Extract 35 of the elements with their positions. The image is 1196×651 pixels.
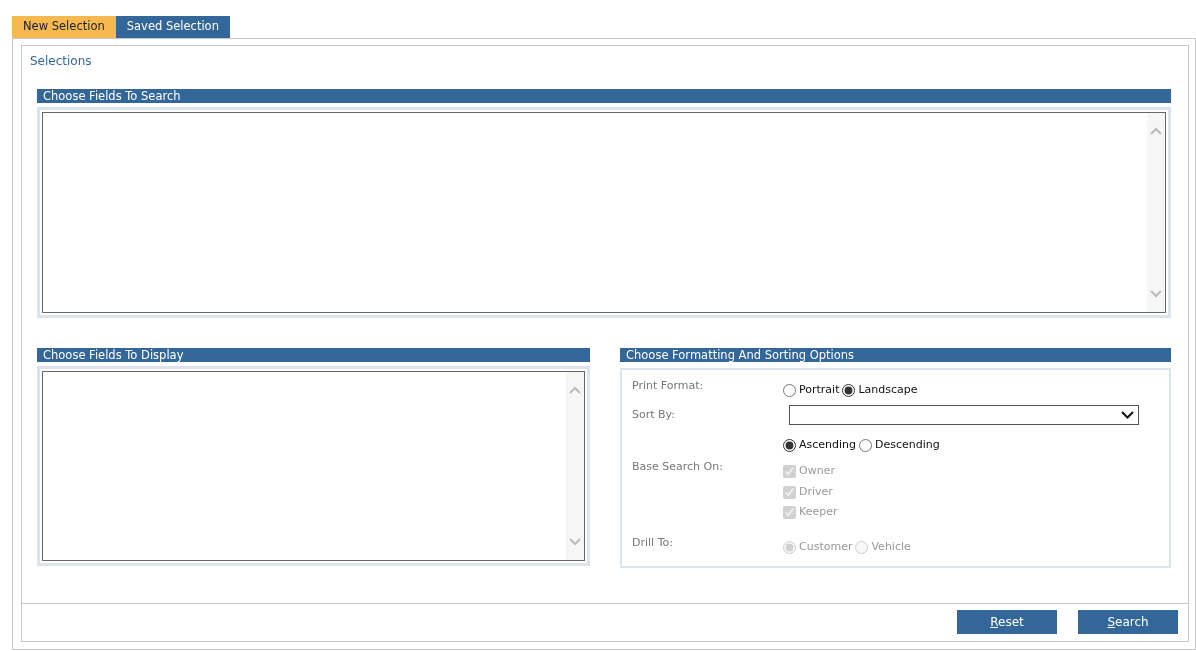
scrollbar[interactable] — [566, 372, 584, 561]
chevron-down-icon[interactable] — [1150, 290, 1162, 299]
scrollbar[interactable] — [1147, 113, 1165, 313]
field-label: Sort By: — [632, 407, 675, 421]
tab[interactable]: New Selection — [12, 16, 116, 39]
fields-list[interactable] — [42, 371, 585, 562]
chevron-up-icon[interactable] — [569, 386, 581, 395]
option-label: Keeper — [799, 504, 838, 521]
section-header: Choose Fields To Search — [37, 89, 1171, 104]
option-label: Portrait — [799, 382, 840, 399]
chevron-down-icon — [1121, 410, 1134, 419]
tab[interactable]: Saved Selection — [115, 16, 230, 39]
action-button[interactable]: Reset — [957, 610, 1057, 635]
section-header: Choose Fields To Display — [37, 348, 590, 363]
fields-list[interactable] — [42, 112, 1166, 314]
action-button[interactable]: Search — [1078, 610, 1178, 635]
field-label: Drill To: — [632, 535, 673, 549]
option-label: Descending — [875, 436, 940, 453]
radio-button[interactable] — [783, 384, 796, 397]
radio-button[interactable] — [859, 438, 873, 452]
sort-dropdown[interactable] — [789, 404, 1139, 425]
panel-title: Selections — [29, 53, 93, 71]
radio-button[interactable] — [842, 384, 856, 397]
radio-button[interactable] — [783, 438, 796, 452]
option-label: Vehicle — [871, 538, 911, 555]
option-label: Ascending — [799, 436, 857, 453]
option-label: Landscape — [858, 382, 918, 399]
field-label: Print Format: — [632, 379, 704, 393]
field-label: Base Search On: — [632, 460, 723, 474]
option-label: Driver — [799, 483, 833, 500]
option-label: Customer — [799, 538, 853, 555]
chevron-up-icon[interactable] — [1150, 127, 1162, 136]
section-header: Choose Formatting And Sorting Options — [620, 348, 1171, 363]
chevron-down-icon[interactable] — [569, 538, 581, 547]
option-label: Owner — [799, 463, 835, 480]
